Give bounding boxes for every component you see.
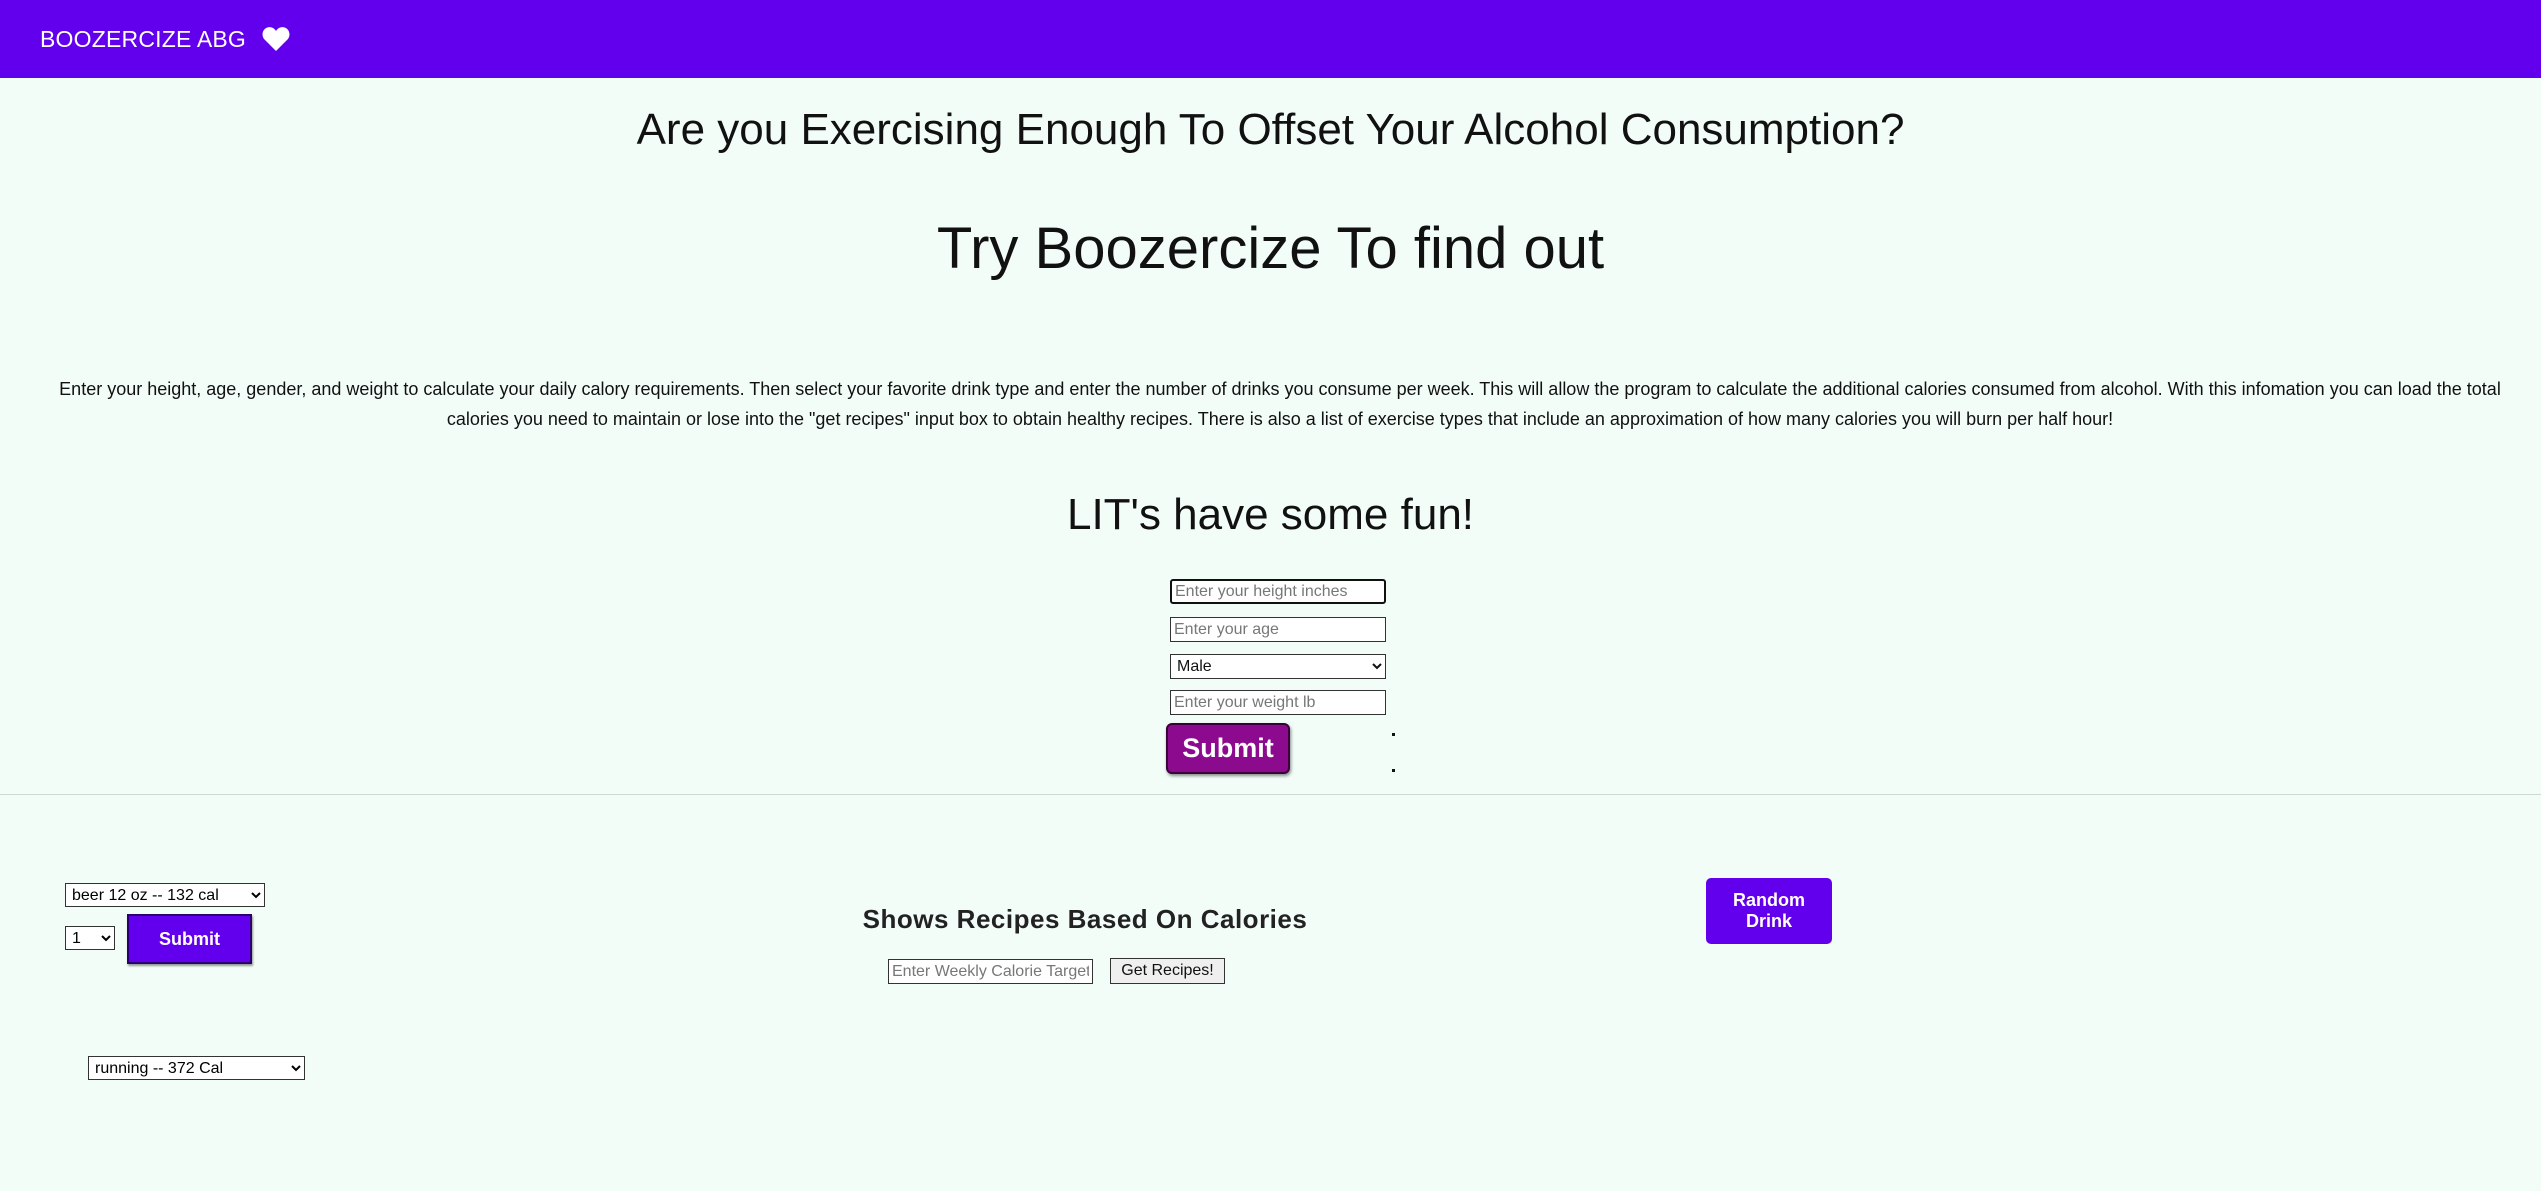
drink-submit-button[interactable]: Submit: [127, 914, 252, 964]
heart-icon: [262, 26, 290, 52]
random-drink-button[interactable]: Random Drink: [1706, 878, 1832, 944]
top-navbar: BOOZERCIZE ABG: [0, 0, 2541, 78]
weight-input[interactable]: [1170, 690, 1386, 715]
calorie-target-input[interactable]: [888, 959, 1093, 984]
exercise-select[interactable]: running -- 372 Cal: [88, 1056, 305, 1080]
main-heading: Are you Exercising Enough To Offset Your…: [636, 105, 1905, 154]
profile-submit-button[interactable]: Submit: [1166, 723, 1290, 774]
age-input[interactable]: [1170, 617, 1386, 642]
recipes-title: Shows Recipes Based On Calories: [862, 904, 1308, 934]
brand-title[interactable]: BOOZERCIZE ABG: [40, 26, 246, 53]
drink-type-select[interactable]: beer 12 oz -- 132 cal: [65, 883, 265, 907]
gender-select[interactable]: Male: [1170, 654, 1386, 679]
subheading: Try Boozercize To find out: [936, 216, 1605, 281]
drink-quantity-select[interactable]: 1: [65, 926, 115, 950]
height-input[interactable]: [1170, 579, 1386, 604]
dot-marker: [1392, 733, 1395, 736]
intro-paragraph: Enter your height, age, gender, and weig…: [59, 379, 2501, 429]
fun-heading: LIT's have some fun!: [1066, 490, 1475, 539]
dot-marker: [1392, 769, 1395, 772]
get-recipes-button[interactable]: Get Recipes!: [1110, 958, 1225, 984]
section-divider: [0, 794, 2541, 795]
